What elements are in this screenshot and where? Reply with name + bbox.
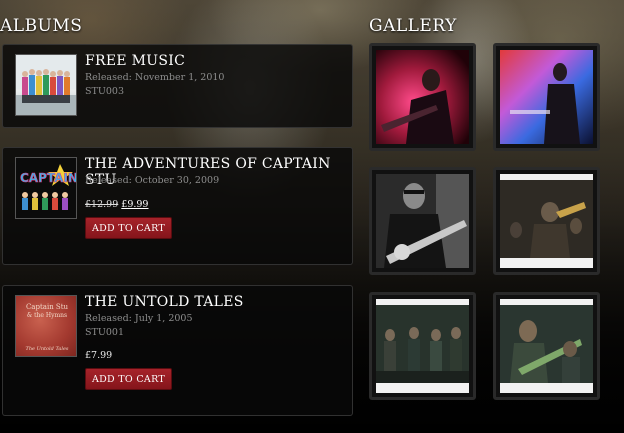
gallery-heading: GALLERY: [369, 16, 457, 36]
cover-text: The Untold Tales: [26, 346, 69, 352]
add-to-cart-button[interactable]: ADD TO CART: [85, 217, 172, 239]
album-price: £7.99: [85, 350, 113, 361]
cover-text: CAPTAIN STU: [20, 171, 77, 185]
album-price: £12.99 £9.99: [85, 199, 148, 210]
albums-heading: ALBUMS: [0, 16, 83, 36]
album-cover-free-music[interactable]: [15, 54, 77, 116]
album-cover-untold-tales[interactable]: Captain Stu & the Hymns The Untold Tales: [15, 295, 77, 357]
album-catalog-code: STU003: [85, 86, 124, 97]
album-release-date: Released: July 1, 2005: [85, 313, 193, 324]
album-card-captain-stu: CAPTAIN STU THE ADVENTURES OF CAPTAIN ST…: [2, 147, 353, 265]
gallery-photo-6[interactable]: [493, 292, 600, 400]
gallery-photo-2[interactable]: [493, 43, 600, 151]
album-card-untold-tales: Captain Stu & the Hymns The Untold Tales…: [2, 285, 353, 416]
add-to-cart-button[interactable]: ADD TO CART: [85, 368, 172, 390]
gallery-photo-3[interactable]: [369, 167, 476, 275]
old-price: £12.99: [85, 199, 119, 210]
gallery-photo-5[interactable]: [369, 292, 476, 400]
sale-price: £9.99: [121, 199, 149, 210]
gallery-photo-1[interactable]: [369, 43, 476, 151]
album-catalog-code: STU001: [85, 327, 124, 338]
cover-text: & the Hymns: [27, 312, 67, 319]
album-release-date: Released: November 1, 2010: [85, 72, 225, 83]
album-release-date: Released: October 30, 2009: [85, 175, 220, 186]
album-card-free-music: FREE MUSIC Released: November 1, 2010 ST…: [2, 44, 353, 128]
album-title[interactable]: THE UNTOLD TALES: [85, 294, 244, 310]
cover-text: Captain Stu: [26, 303, 69, 311]
album-cover-captain-stu[interactable]: CAPTAIN STU: [15, 157, 77, 219]
album-title[interactable]: FREE MUSIC: [85, 53, 185, 69]
gallery-photo-4[interactable]: [493, 167, 600, 275]
